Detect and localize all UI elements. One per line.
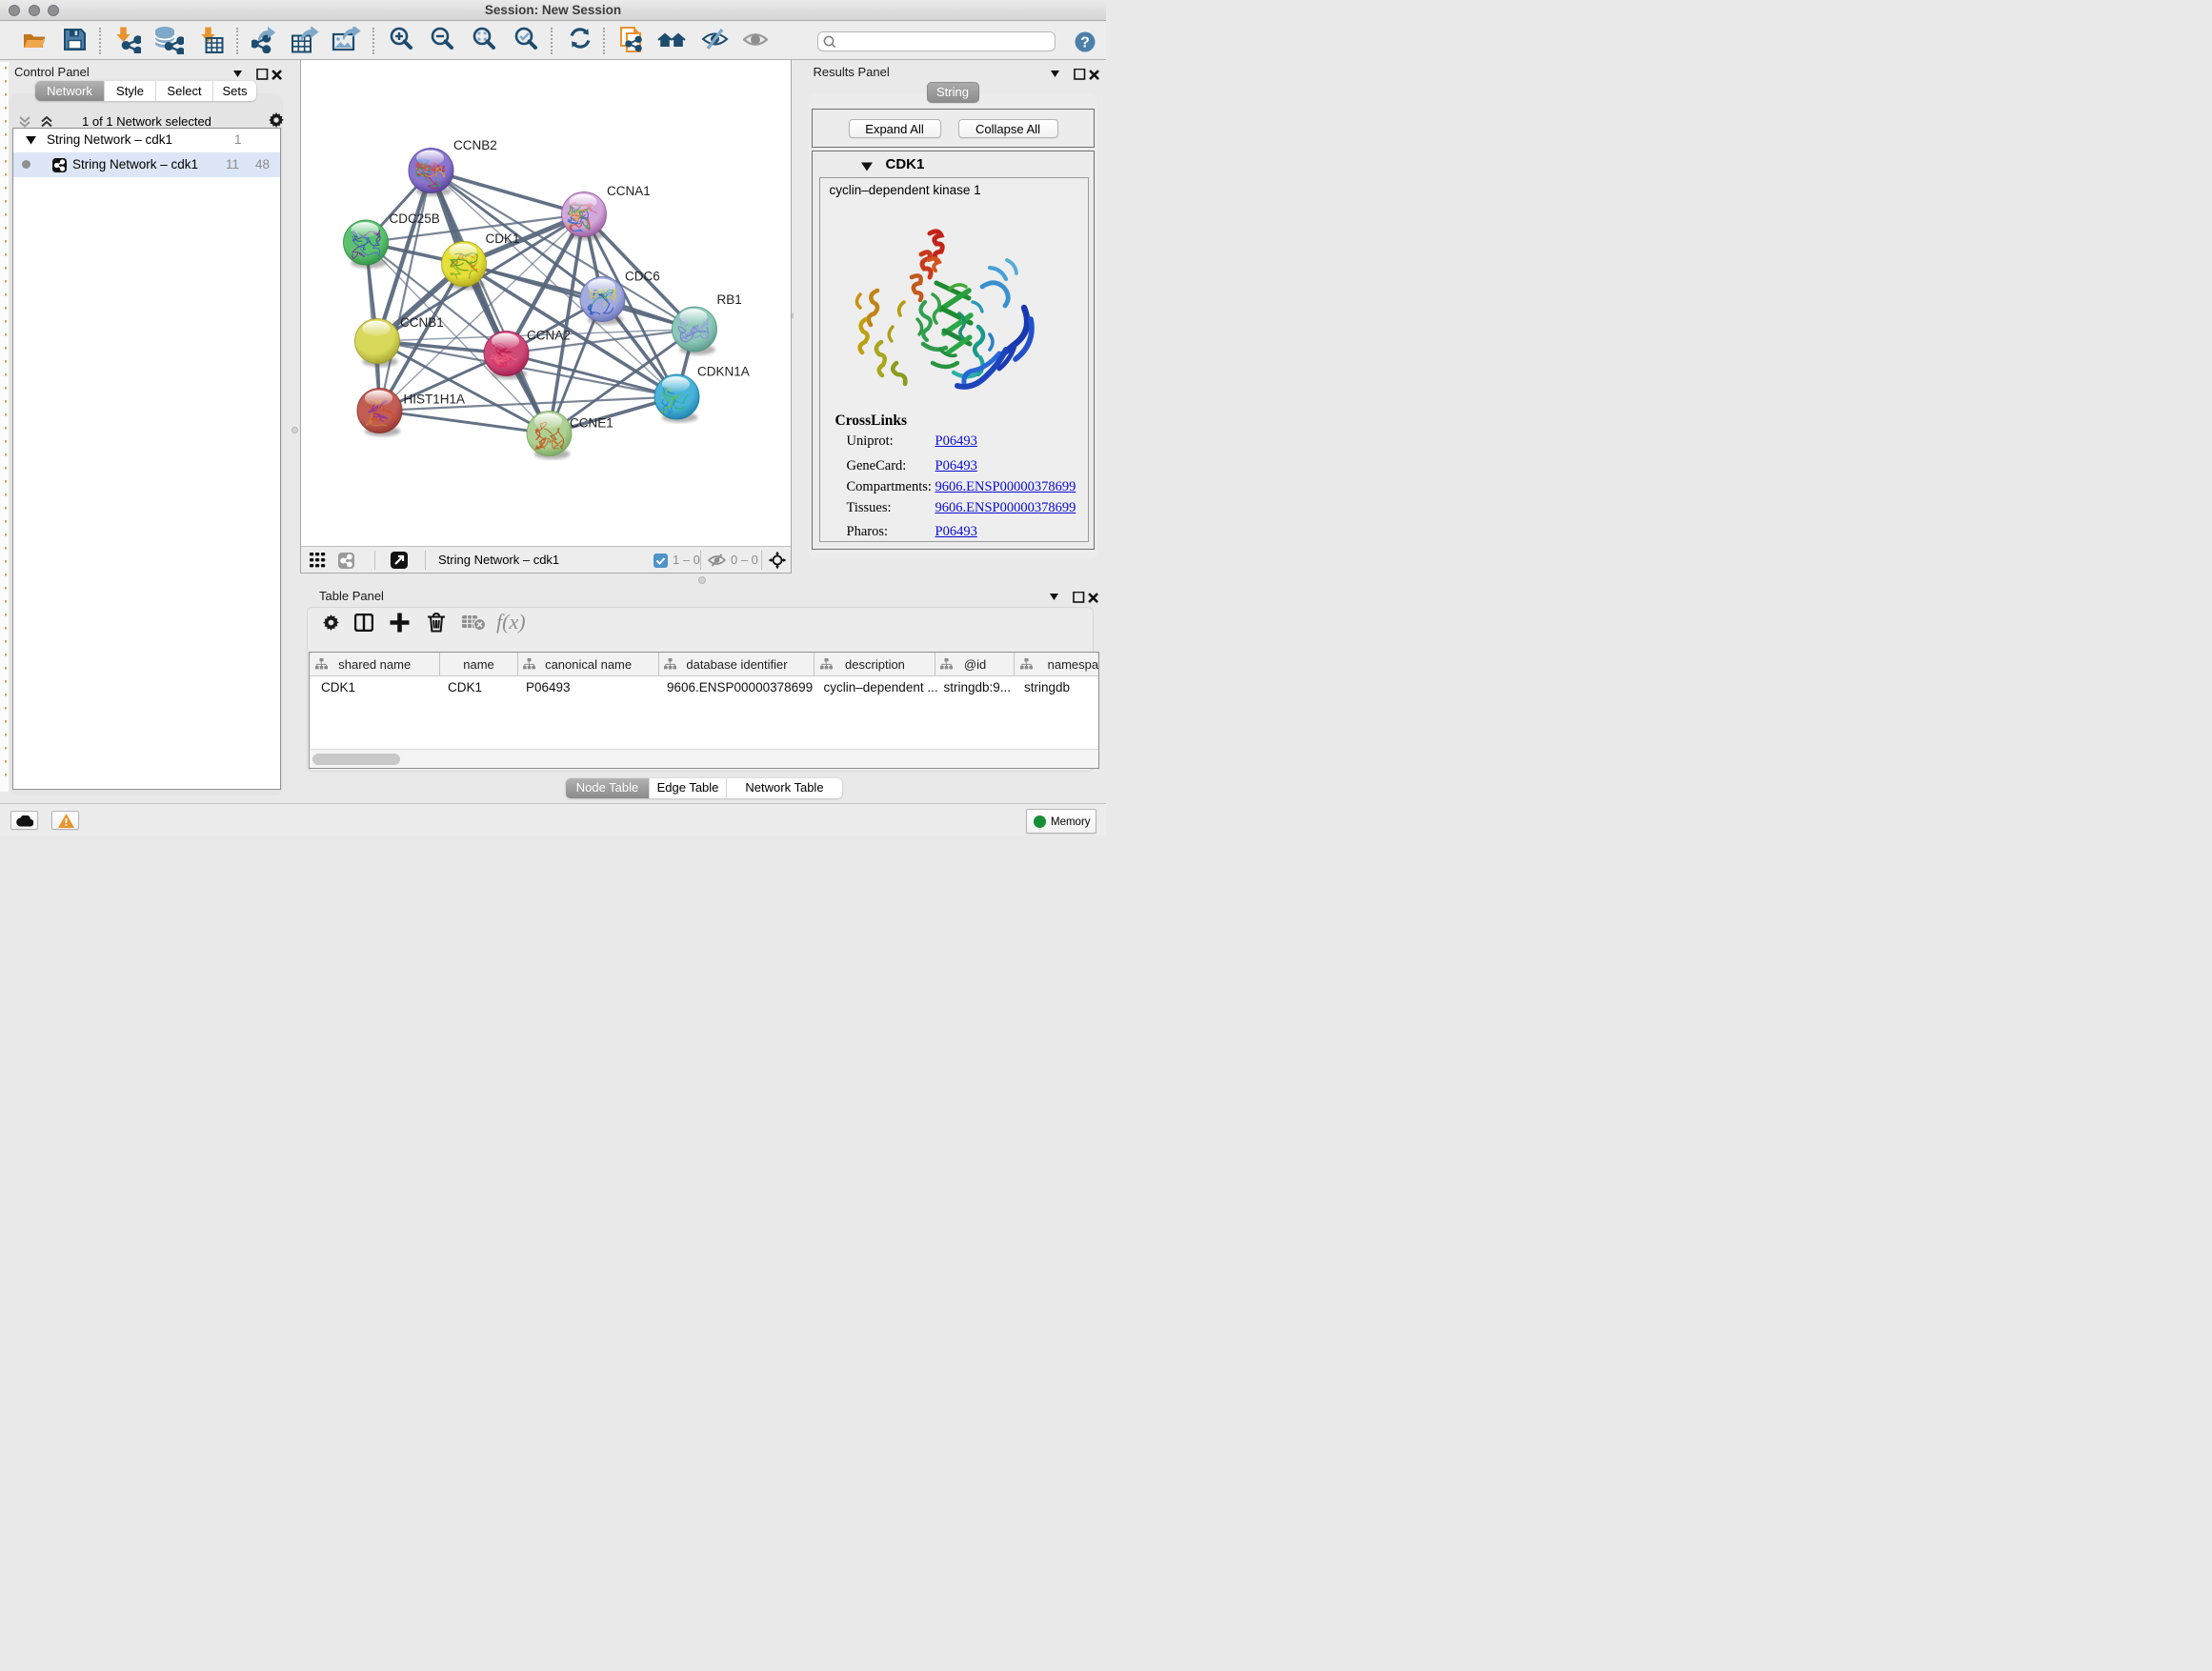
- svg-text:HIST1H1A: HIST1H1A: [404, 392, 466, 406]
- svg-text:CCNB1: CCNB1: [400, 315, 444, 330]
- svg-text:CCNE1: CCNE1: [570, 415, 613, 430]
- svg-text:CCNA2: CCNA2: [527, 328, 571, 342]
- svg-text:RB1: RB1: [717, 292, 742, 307]
- svg-text:?: ?: [1080, 34, 1090, 50]
- svg-text:CDK1: CDK1: [486, 232, 520, 246]
- svg-text:CCNA1: CCNA1: [607, 184, 651, 198]
- svg-text:CDC25B: CDC25B: [390, 211, 440, 226]
- svg-text:CDKN1A: CDKN1A: [697, 364, 750, 378]
- svg-text:CCNB2: CCNB2: [453, 138, 497, 152]
- svg-text:CDC6: CDC6: [625, 269, 660, 283]
